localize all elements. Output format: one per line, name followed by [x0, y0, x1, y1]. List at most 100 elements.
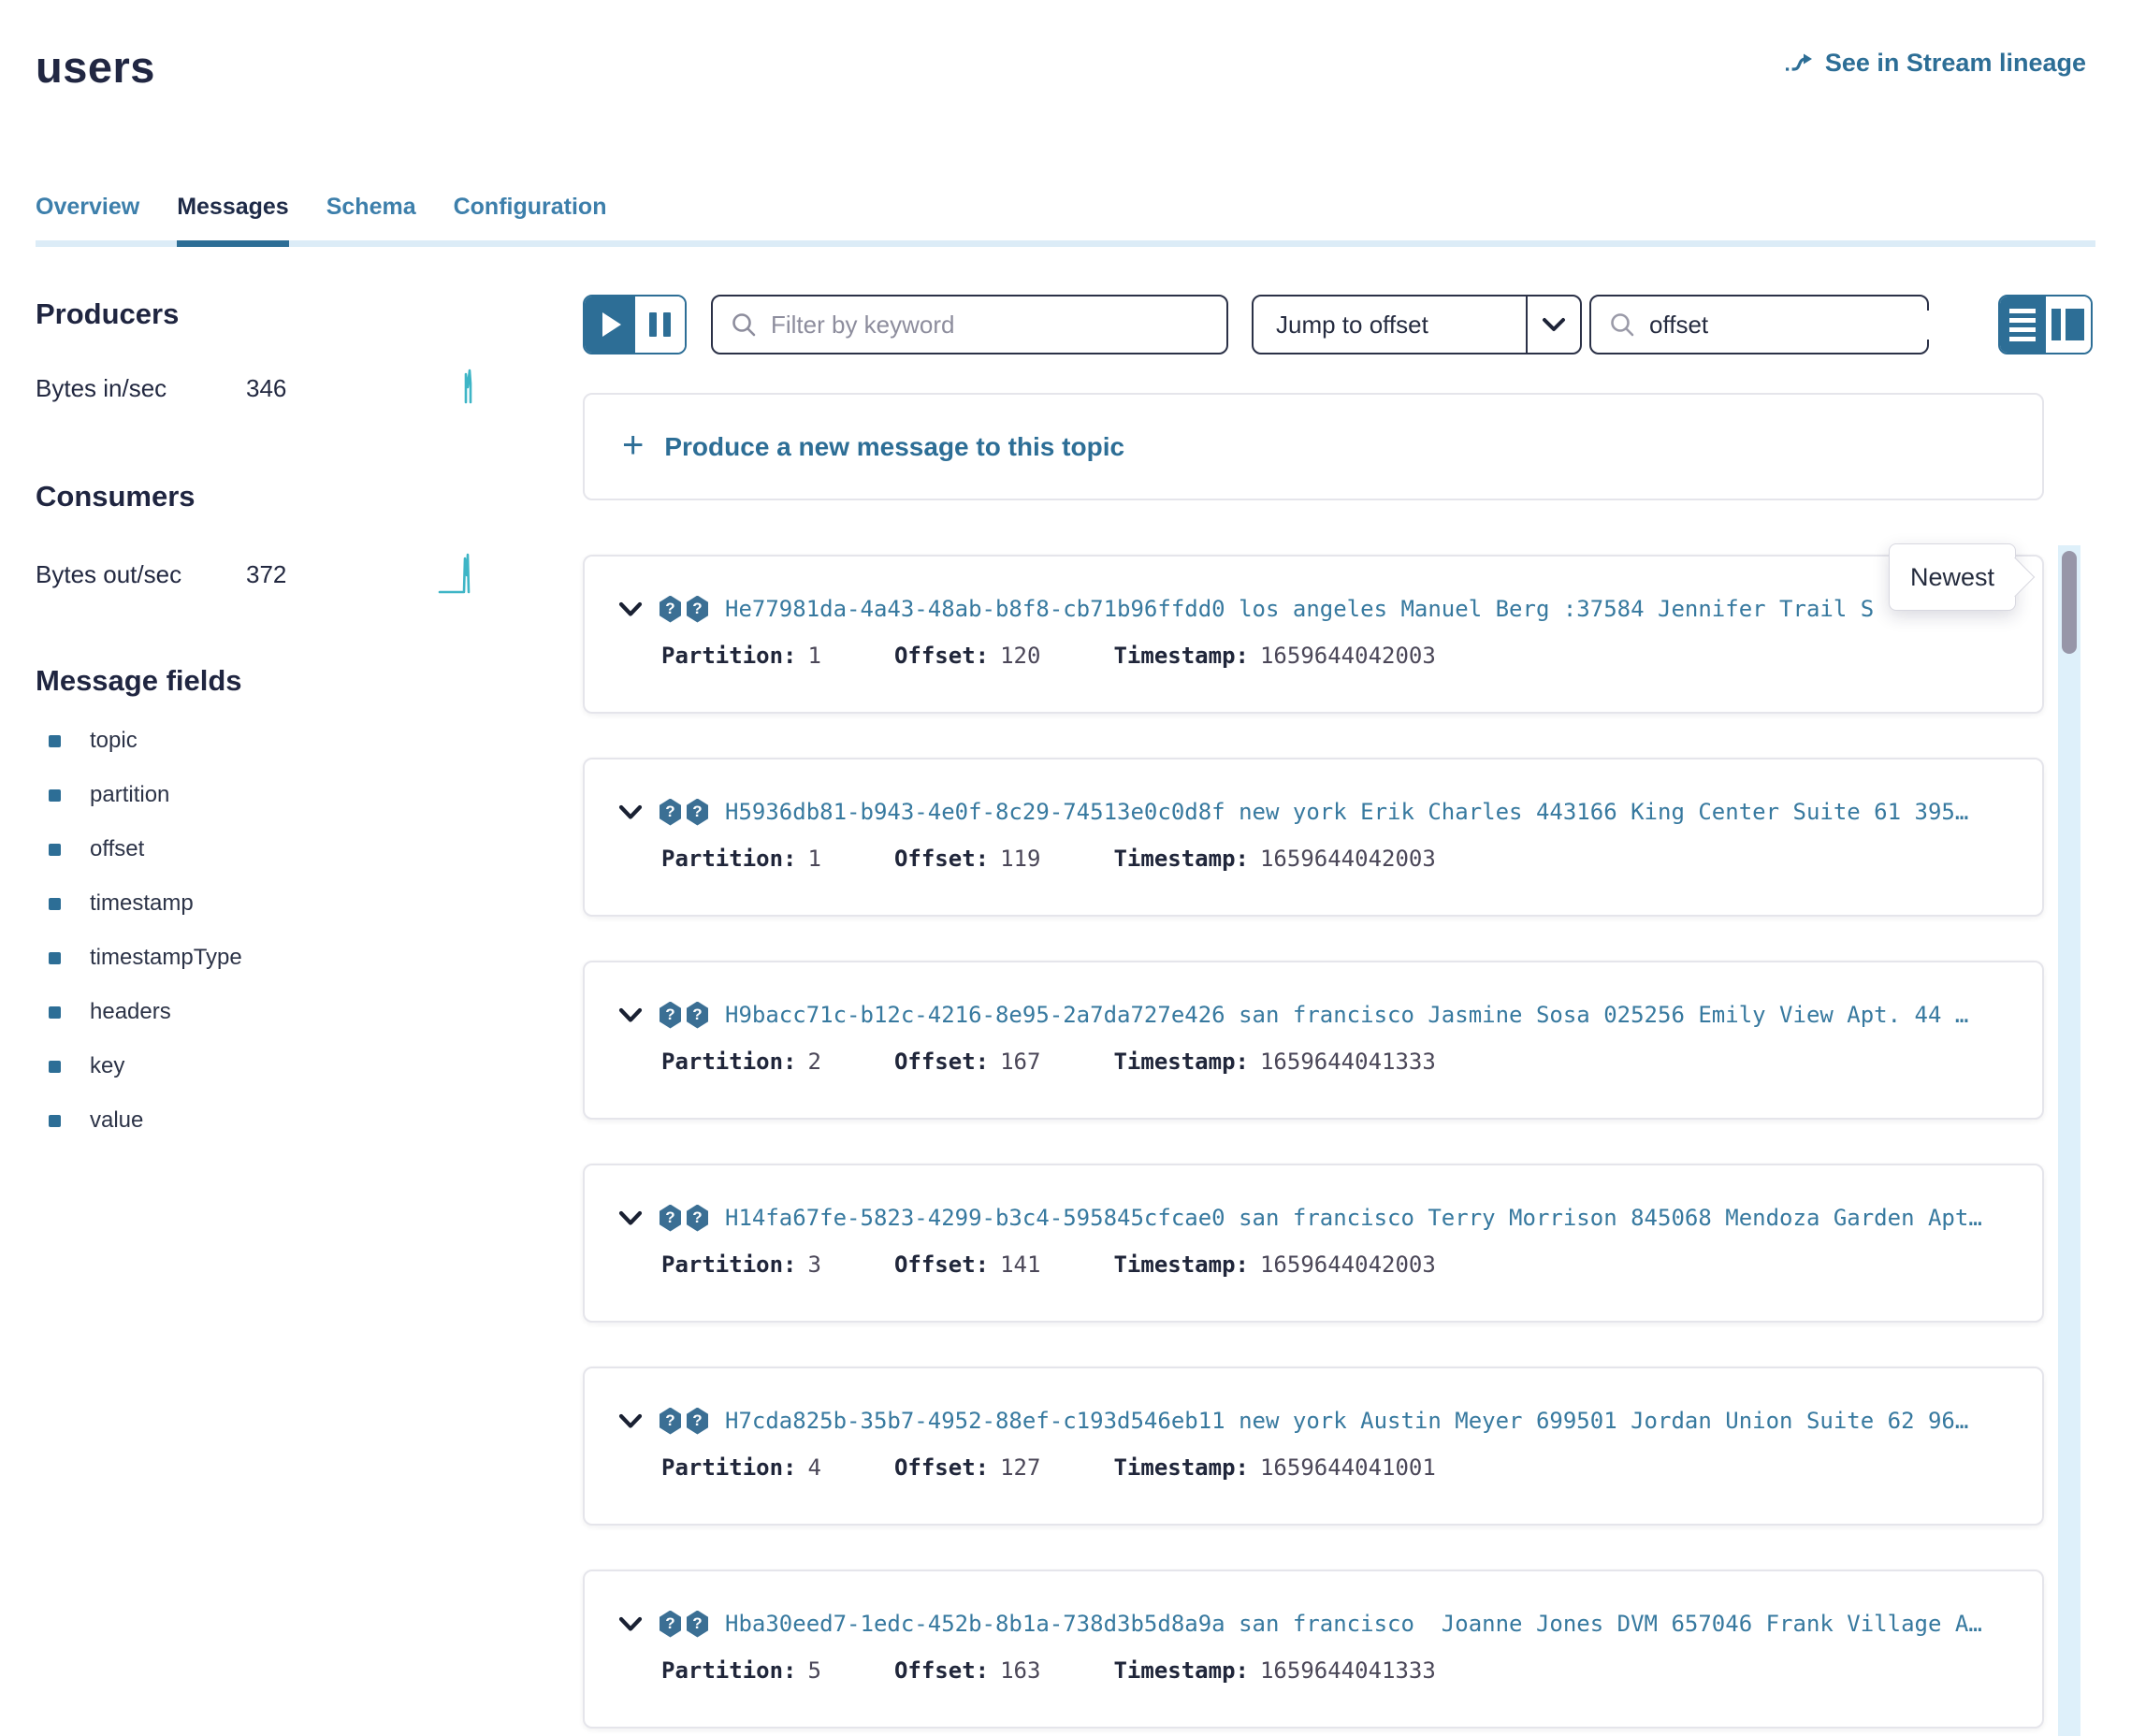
expand-chevron-icon[interactable]	[618, 804, 643, 820]
lineage-arrow-icon	[1784, 51, 1814, 77]
message-preview-text: H14fa67fe-5823-4299-b3c4-595845cfcae0 sa…	[725, 1205, 2016, 1231]
message-card[interactable]: ? ? H9bacc71c-b12c-4216-8e95-2a7da727e42…	[583, 961, 2044, 1120]
column-view-icon	[2051, 309, 2061, 340]
value-format-icon: ?	[687, 799, 708, 826]
sidebar-field-headers[interactable]: headers	[36, 999, 475, 1025]
search-icon	[730, 311, 758, 339]
bytes-in-sparkline	[462, 367, 475, 411]
partition-value: 1	[808, 846, 821, 872]
timestamp-value: 1659644041333	[1260, 1657, 1436, 1684]
pause-icon	[649, 312, 657, 337]
timestamp-label: Timestamp:	[1113, 643, 1249, 669]
plus-icon: +	[622, 427, 644, 464]
field-label: headers	[90, 999, 171, 1025]
lineage-label: See in Stream lineage	[1825, 49, 2086, 78]
field-label: partition	[90, 782, 169, 808]
timestamp-value: 1659644042003	[1260, 643, 1436, 669]
field-bullet-icon	[49, 789, 61, 802]
bytes-out-label: Bytes out/sec	[36, 560, 246, 589]
main-content: Jump to offset	[583, 295, 2093, 1729]
sidebar-field-partition[interactable]: partition	[36, 782, 475, 808]
message-card[interactable]: ? ? Hba30eed7-1edc-452b-8b1a-738d3b5d8a9…	[583, 1570, 2044, 1729]
timestamp-value: 1659644042003	[1260, 1251, 1436, 1278]
scrollbar-thumb[interactable]	[2062, 551, 2077, 654]
sidebar-field-key[interactable]: key	[36, 1053, 475, 1079]
consumers-heading: Consumers	[36, 480, 475, 514]
message-preview-text: H5936db81-b943-4e0f-8c29-74513e0c0d8f ne…	[725, 799, 2016, 825]
value-format-icon: ?	[687, 1408, 708, 1435]
expand-chevron-icon[interactable]	[618, 1210, 643, 1226]
offset-search[interactable]	[1589, 295, 1929, 354]
newest-tooltip: Newest	[1889, 543, 2016, 611]
keyword-filter-input[interactable]	[771, 311, 1210, 340]
tab-bar: Overview Messages Schema Configuration	[36, 194, 2095, 247]
column-view-button[interactable]	[2046, 297, 2091, 353]
expand-chevron-icon[interactable]	[618, 1413, 643, 1429]
tab-overview[interactable]: Overview	[36, 194, 139, 240]
key-format-icon: ?	[660, 1408, 681, 1435]
value-format-icon: ?	[687, 596, 708, 623]
tab-messages[interactable]: Messages	[177, 194, 289, 240]
key-format-icon: ?	[660, 1611, 681, 1638]
field-label: offset	[90, 836, 144, 862]
stream-controls	[583, 295, 687, 354]
partition-label: Partition:	[661, 643, 797, 669]
jump-to-offset-select[interactable]: Jump to offset	[1252, 295, 1582, 354]
key-format-icon: ?	[660, 1205, 681, 1232]
keyword-filter[interactable]	[711, 295, 1228, 354]
toolbar: Jump to offset	[583, 295, 2093, 354]
produce-message-button[interactable]: + Produce a new message to this topic	[583, 393, 2044, 500]
scrollbar-track[interactable]	[2058, 545, 2080, 1736]
tab-configuration[interactable]: Configuration	[454, 194, 607, 240]
expand-chevron-icon[interactable]	[618, 1007, 643, 1023]
sidebar-field-offset[interactable]: offset	[36, 836, 475, 862]
sidebar-field-timestamp[interactable]: timestamp	[36, 890, 475, 917]
list-view-button[interactable]	[2000, 297, 2046, 353]
message-fields-list: topic partition offset timestamp	[36, 728, 475, 1134]
sidebar-field-topic[interactable]: topic	[36, 728, 475, 754]
stream-lineage-link[interactable]: See in Stream lineage	[1784, 49, 2086, 78]
chevron-down-icon[interactable]	[1526, 297, 1580, 353]
field-bullet-icon	[49, 844, 61, 856]
message-fields-heading: Message fields	[36, 664, 475, 698]
message-preview-text: H9bacc71c-b12c-4216-8e95-2a7da727e426 sa…	[725, 1002, 2016, 1028]
expand-chevron-icon[interactable]	[618, 1616, 643, 1632]
jump-to-offset-value: Jump to offset	[1254, 311, 1526, 340]
field-bullet-icon	[49, 735, 61, 747]
offset-label: Offset:	[894, 1454, 989, 1481]
partition-value: 3	[808, 1251, 821, 1278]
offset-label: Offset:	[894, 1251, 989, 1278]
expand-chevron-icon[interactable]	[618, 601, 643, 617]
partition-label: Partition:	[661, 1049, 797, 1075]
produce-message-label: Produce a new message to this topic	[664, 432, 1124, 462]
play-button[interactable]	[585, 297, 635, 353]
timestamp-value: 1659644042003	[1260, 846, 1436, 872]
bytes-in-value: 346	[246, 374, 321, 403]
bytes-in-metric: Bytes in/sec 346	[36, 367, 475, 411]
offset-value: 167	[1000, 1049, 1040, 1075]
key-format-icon: ?	[660, 799, 681, 826]
message-card[interactable]: ? ? H14fa67fe-5823-4299-b3c4-595845cfcae…	[583, 1164, 2044, 1323]
partition-value: 4	[808, 1454, 821, 1481]
message-preview-text: He77981da-4a43-48ab-b8f8-cb71b96ffdd0 lo…	[725, 596, 2016, 622]
offset-search-input[interactable]	[1649, 311, 1963, 340]
search-icon	[1608, 311, 1636, 339]
bytes-out-metric: Bytes out/sec 372	[36, 549, 475, 600]
newest-label: Newest	[1910, 563, 1994, 592]
field-label: key	[90, 1053, 124, 1079]
partition-label: Partition:	[661, 846, 797, 872]
tab-schema[interactable]: Schema	[326, 194, 416, 240]
field-bullet-icon	[49, 898, 61, 910]
sidebar-field-value[interactable]: value	[36, 1107, 475, 1134]
bytes-in-label: Bytes in/sec	[36, 374, 246, 403]
field-label: value	[90, 1107, 143, 1134]
sidebar-field-timestampType[interactable]: timestampType	[36, 945, 475, 971]
message-card[interactable]: ? ? H5936db81-b943-4e0f-8c29-74513e0c0d8…	[583, 758, 2044, 917]
message-card[interactable]: ? ? He77981da-4a43-48ab-b8f8-cb71b96ffdd…	[583, 555, 2044, 714]
message-card[interactable]: ? ? H7cda825b-35b7-4952-88ef-c193d546eb1…	[583, 1367, 2044, 1526]
pause-button[interactable]	[635, 297, 685, 353]
offset-value: 120	[1000, 643, 1040, 669]
value-format-icon: ?	[687, 1205, 708, 1232]
offset-value: 163	[1000, 1657, 1040, 1684]
offset-label: Offset:	[894, 1657, 989, 1684]
